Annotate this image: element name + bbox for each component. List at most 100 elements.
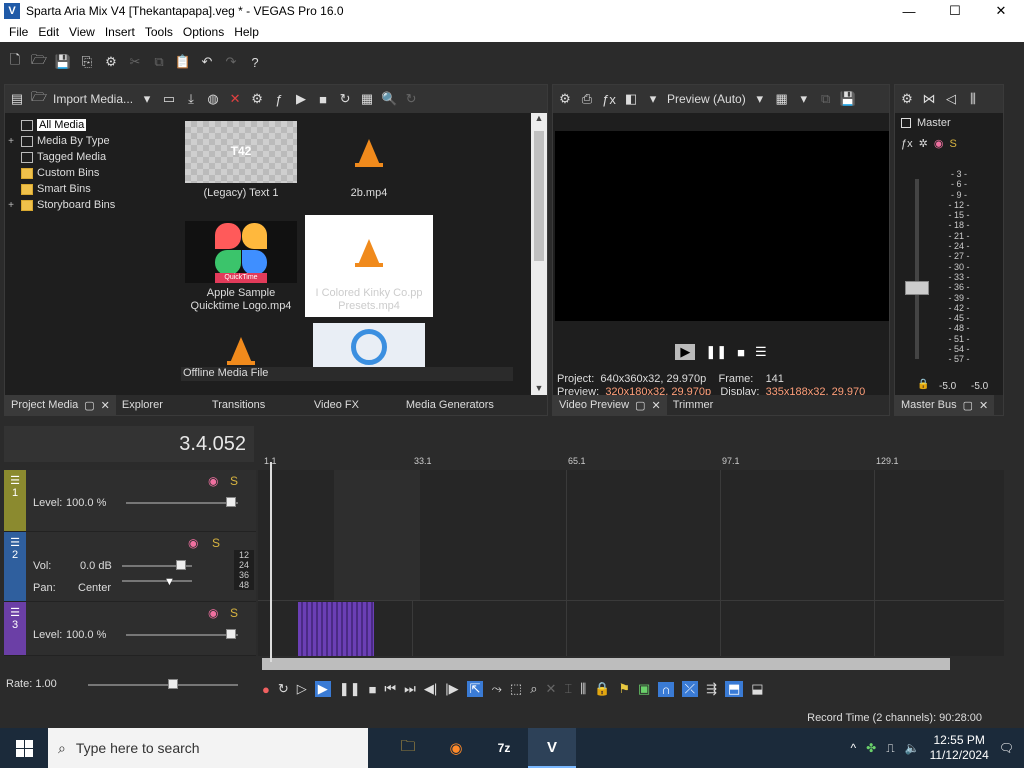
save-icon[interactable]: 💾 bbox=[54, 53, 72, 71]
region-icon[interactable]: ▣ bbox=[638, 681, 650, 697]
dropdown-arrow-icon[interactable]: ▾ bbox=[645, 91, 661, 107]
menu-icon[interactable]: ☰ bbox=[755, 344, 767, 360]
rate-slider-knob[interactable] bbox=[168, 679, 178, 689]
solo-icon[interactable]: S bbox=[230, 474, 238, 488]
media-scrollbar[interactable]: ▲ ▼ bbox=[531, 113, 547, 395]
previous-frame-icon[interactable]: ◀| bbox=[424, 681, 437, 697]
master-checkbox-icon[interactable] bbox=[901, 118, 911, 128]
tree-item-storyboard-bins[interactable]: + Storyboard Bins bbox=[5, 197, 175, 213]
loop-icon[interactable]: ↻ bbox=[278, 681, 289, 697]
go-to-end-icon[interactable]: ⏭ bbox=[404, 681, 416, 697]
tree-item-media-by-type[interactable]: + Media By Type bbox=[5, 133, 175, 149]
play-icon[interactable]: ▶ bbox=[675, 344, 696, 360]
snapping-icon[interactable]: ∩ bbox=[658, 681, 674, 697]
whats-this-help-icon[interactable]: ? bbox=[246, 53, 264, 71]
dropdown-arrow-icon[interactable]: ▾ bbox=[796, 91, 812, 107]
play-icon[interactable]: ▶ bbox=[314, 681, 331, 697]
zoom-tool-icon[interactable]: ⌕ bbox=[530, 681, 537, 697]
lock-icon[interactable]: 🔒 bbox=[594, 681, 610, 697]
network-icon[interactable]: ⎍ bbox=[886, 741, 894, 756]
menu-view[interactable]: View bbox=[64, 25, 100, 39]
copy-snapshot-icon[interactable]: ⧉ bbox=[818, 91, 834, 107]
get-media-icon[interactable]: ⤓ bbox=[183, 91, 199, 107]
dropdown-arrow-icon[interactable]: ▾ bbox=[752, 91, 768, 107]
mute-icon[interactable]: ◉ bbox=[934, 137, 944, 150]
mute-icon[interactable]: ◉ bbox=[188, 536, 198, 550]
marker-icon[interactable]: ⚑ bbox=[618, 681, 630, 697]
media-item-vlc[interactable] bbox=[185, 323, 297, 371]
taskbar-clock[interactable]: 12:55 PM 11/12/2024 bbox=[930, 733, 989, 763]
empty-event-region[interactable] bbox=[334, 470, 420, 600]
tab-explorer[interactable]: Explorer bbox=[116, 395, 206, 415]
tree-item-smart-bins[interactable]: Smart Bins bbox=[5, 181, 175, 197]
media-item-legacy-text[interactable]: T42 (Legacy) Text 1 bbox=[185, 121, 297, 200]
level-slider-knob[interactable] bbox=[226, 497, 236, 507]
menu-insert[interactable]: Insert bbox=[100, 25, 140, 39]
solo-icon[interactable]: S bbox=[212, 536, 220, 550]
maximize-button[interactable]: ☐ bbox=[932, 0, 978, 22]
scroll-up-icon[interactable]: ▲ bbox=[531, 113, 547, 123]
redo-icon[interactable]: ↷ bbox=[222, 53, 240, 71]
view-mode-icon[interactable]: ▦ bbox=[359, 91, 375, 107]
timecode-display[interactable]: 3.4.052 bbox=[4, 426, 254, 462]
go-to-start-icon[interactable]: ⏮ bbox=[384, 681, 396, 697]
settings-gear-icon[interactable]: ⚙ bbox=[102, 53, 120, 71]
firefox-icon[interactable]: ◉ bbox=[432, 728, 480, 768]
volume-icon[interactable]: 🔈 bbox=[905, 741, 920, 755]
next-frame-icon[interactable]: |▶ bbox=[445, 681, 458, 697]
preview-settings-icon[interactable]: ⚙ bbox=[557, 91, 573, 107]
tab-transitions[interactable]: Transitions bbox=[206, 395, 308, 415]
media-item-colored-kinky[interactable]: I Colored Kinky Co.pp Presets.mp4 bbox=[305, 215, 433, 317]
expand-toggle[interactable]: + bbox=[5, 136, 17, 147]
media-item-2b[interactable]: 2b.mp4 bbox=[313, 121, 425, 200]
mute-icon[interactable]: ◉ bbox=[208, 474, 218, 488]
views-icon[interactable]: ▤ bbox=[9, 91, 25, 107]
paste-icon[interactable]: 📋 bbox=[174, 53, 192, 71]
solo-icon[interactable]: S bbox=[230, 606, 238, 620]
timeline-ruler[interactable]: 1.1 33.1 65.1 97.1 129.1 bbox=[258, 450, 1004, 470]
pause-icon[interactable]: ❚❚ bbox=[705, 344, 727, 360]
expand-toggle[interactable]: + bbox=[5, 200, 17, 211]
dropdown-arrow-icon[interactable]: ▾ bbox=[139, 91, 155, 107]
pause-icon[interactable]: ❚❚ bbox=[339, 681, 361, 697]
media-properties-icon[interactable]: ⚙ bbox=[249, 91, 265, 107]
undock-icon[interactable]: ▢ bbox=[963, 399, 973, 412]
media-fx-icon[interactable]: ƒ bbox=[271, 92, 287, 107]
tree-item-custom-bins[interactable]: Custom Bins bbox=[5, 165, 175, 181]
track-header-3[interactable]: ☰ 3 ◉ S Level: 100.0 % bbox=[4, 602, 256, 656]
save-snapshot-icon[interactable]: 💾 bbox=[840, 91, 856, 107]
track-header-2[interactable]: ☰ 2 ◉ S Vol: 0.0 dB Pan: Center ▼ 12 24 … bbox=[4, 532, 256, 602]
delete-icon[interactable]: ✕ bbox=[545, 681, 556, 697]
preview-device-icon[interactable]: ⎙ bbox=[579, 91, 595, 107]
level-slider-track[interactable] bbox=[126, 634, 238, 636]
solo-icon[interactable]: S bbox=[949, 138, 956, 150]
scroll-down-icon[interactable]: ▼ bbox=[531, 383, 547, 393]
menu-options[interactable]: Options bbox=[178, 25, 229, 39]
track-lanes[interactable] bbox=[258, 470, 1004, 656]
new-file-icon[interactable]: 🗋 bbox=[6, 52, 24, 71]
close-tab-icon[interactable]: ✕ bbox=[101, 399, 110, 412]
settings-gear-icon[interactable]: ⚙ bbox=[899, 91, 915, 107]
track-header-1[interactable]: ☰ 1 ◉ S Level: 100.0 % bbox=[4, 470, 256, 532]
capture-icon[interactable]: ▭ bbox=[161, 91, 177, 107]
undock-icon[interactable]: ▢ bbox=[635, 399, 645, 412]
track-menu-icon[interactable]: ☰ bbox=[10, 606, 20, 619]
mute-icon[interactable]: ◉ bbox=[208, 606, 218, 620]
overlays-grid-icon[interactable]: ▦ bbox=[774, 91, 790, 107]
stop-icon[interactable]: ■ bbox=[369, 682, 377, 697]
auto-preview-icon[interactable]: ↻ bbox=[337, 91, 353, 107]
tab-project-media[interactable]: Project Media ▢ ✕ bbox=[5, 395, 116, 415]
tab-media-generators[interactable]: Media Generators bbox=[400, 395, 500, 415]
menu-tools[interactable]: Tools bbox=[140, 25, 178, 39]
downmix-icon[interactable]: ⋈ bbox=[921, 91, 937, 107]
trim-icon[interactable]: ⌶ bbox=[564, 681, 572, 697]
refresh-icon[interactable]: ↻ bbox=[403, 91, 419, 107]
volume-slider-knob[interactable] bbox=[176, 560, 186, 570]
normal-edit-tool-icon[interactable]: ⇱ bbox=[466, 681, 484, 697]
minimize-button[interactable]: — bbox=[886, 0, 932, 22]
tray-chevron-icon[interactable]: ^ bbox=[851, 741, 857, 755]
taskbar-search-box[interactable]: ⌕ Type here to search bbox=[48, 728, 368, 768]
scroll-thumb[interactable] bbox=[534, 131, 544, 261]
tree-item-all-media[interactable]: All Media bbox=[5, 117, 175, 133]
copy-icon[interactable]: ⧉ bbox=[150, 53, 168, 71]
